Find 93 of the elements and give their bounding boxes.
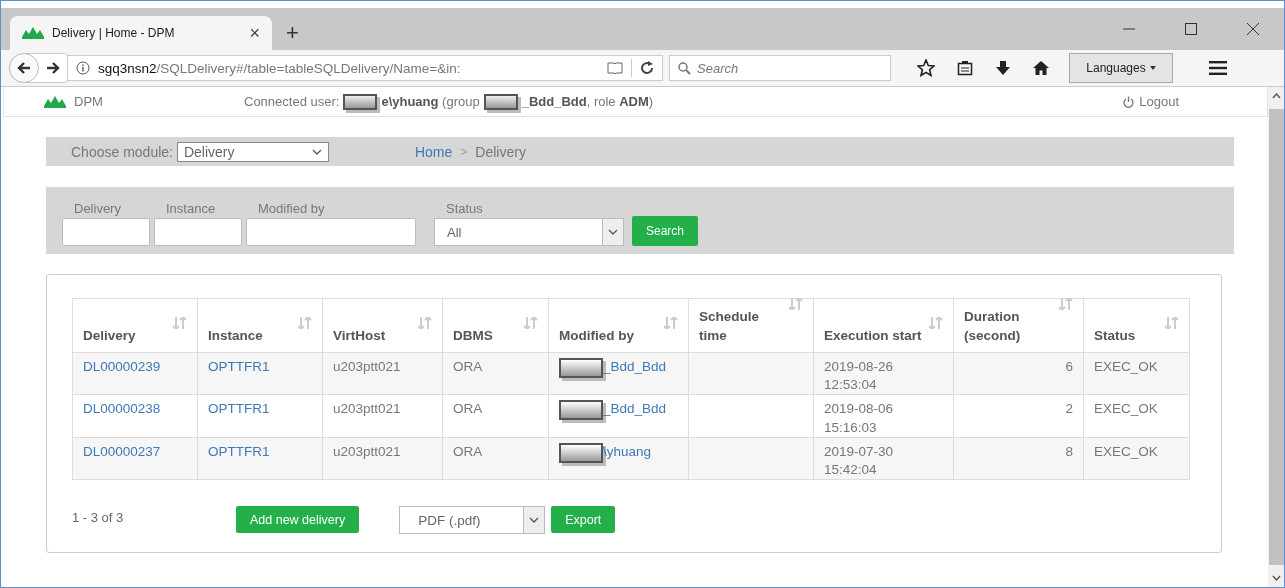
scrollbar-thumb[interactable] (1268, 109, 1284, 565)
sort-icon (1059, 298, 1073, 311)
download-icon[interactable] (995, 60, 1011, 76)
column-header[interactable]: Modified by (548, 298, 689, 353)
reader-icon[interactable] (607, 62, 623, 74)
sort-icon (929, 317, 943, 330)
caret-icon (608, 229, 618, 235)
sort-icon (1165, 317, 1179, 330)
scroll-down-icon[interactable] (1271, 575, 1281, 581)
sort-icon (298, 317, 312, 330)
sort-icon (524, 317, 538, 330)
clipboard-icon[interactable] (957, 60, 973, 76)
caret-icon (311, 148, 322, 155)
column-header[interactable]: Duration (second) (953, 298, 1084, 353)
breadcrumb-current: Delivery (475, 143, 526, 160)
instance-link[interactable]: OPTTFR1 (208, 401, 270, 417)
column-header[interactable]: Instance (197, 298, 323, 353)
column-header[interactable]: Execution start (813, 298, 954, 353)
close-icon[interactable] (1246, 22, 1260, 36)
browser-tab[interactable]: Delivery | Home - DPM × (10, 16, 272, 50)
group-role-text: _Bdd_Bdd, role ADM) (521, 94, 654, 109)
table-cell: 2019-08-06 15:16:03 (813, 394, 954, 438)
table-cell: ORA (442, 437, 549, 480)
info-icon (76, 61, 90, 75)
table-cell: ORA (442, 352, 549, 395)
status-select[interactable]: All (434, 218, 624, 246)
redaction-box (483, 93, 518, 110)
column-header[interactable]: DBMS (442, 298, 549, 353)
languages-button[interactable]: Languages (1069, 53, 1173, 83)
column-header[interactable]: VirtHost (322, 298, 443, 353)
pagination-text: 1 - 3 of 3 (72, 510, 125, 526)
user-link[interactable]: _Bdd_Bdd (603, 400, 667, 419)
input-field[interactable] (246, 218, 416, 246)
table-cell: u203ptt021 (322, 394, 443, 438)
logout-link[interactable]: Logout (1123, 94, 1179, 109)
table-cell: EXEC_OK (1083, 394, 1190, 438)
table-cell: u203ptt021 (322, 437, 443, 480)
redaction-box (559, 442, 603, 463)
search-icon (678, 61, 691, 75)
search-field[interactable]: Search (669, 55, 891, 81)
column-header[interactable]: Delivery (72, 298, 198, 353)
field-label: Status (445, 201, 484, 216)
table-cell: 2019-08-26 12:53:04 (813, 352, 954, 395)
instance-link[interactable]: OPTTFR1 (208, 359, 270, 374)
new-tab-button[interactable]: + (286, 22, 299, 44)
power-icon (1123, 95, 1135, 108)
user-name: e\yhuang (group (381, 94, 480, 109)
module-select[interactable]: Delivery (176, 141, 329, 162)
caret-icon (529, 517, 540, 524)
user-link[interactable]: \yhuang (603, 442, 652, 462)
table-cell: 8 (953, 437, 1084, 480)
star-icon[interactable] (917, 59, 935, 77)
menu-icon[interactable] (1209, 61, 1227, 75)
redaction-box (559, 400, 603, 421)
table-cell: EXEC_OK (1083, 352, 1190, 395)
breadcrumb-separator: > (460, 144, 468, 159)
column-header[interactable]: Schedule time (688, 298, 814, 353)
instance-link[interactable]: OPTTFR1 (208, 443, 270, 459)
field-label: Instance (165, 201, 217, 216)
table-cell: 6 (953, 352, 1084, 395)
sort-icon (173, 317, 187, 330)
tab-close-button[interactable]: × (249, 24, 260, 42)
field-label: Modified by (257, 201, 326, 216)
input-field[interactable] (62, 218, 150, 246)
app-name: DPM (74, 94, 103, 109)
back-button[interactable] (9, 53, 39, 83)
table-cell: u203ptt021 (322, 352, 443, 395)
back-arrow-icon (17, 62, 31, 74)
caret-icon (1149, 66, 1156, 70)
breadcrumb-link[interactable]: Home (414, 143, 453, 160)
table-cell: 2 (953, 394, 1084, 438)
table-cell: ORA (442, 394, 549, 438)
home-icon[interactable] (1033, 60, 1049, 76)
address-bar[interactable]: sgq3nsn2/SQLDelivery#/table=tableSQLDelivery/Name=&in: (67, 55, 663, 81)
logo-icon (22, 27, 44, 39)
logo-icon (44, 95, 66, 108)
table-cell: 2019-07-30 15:42:04 (813, 437, 954, 480)
sort-icon (418, 317, 432, 330)
input-field[interactable] (154, 218, 242, 246)
sort-icon (664, 317, 678, 330)
format-select[interactable]: PDF (.pdf) (399, 506, 546, 535)
field-label: Delivery (73, 201, 122, 216)
maximize-icon[interactable] (1184, 22, 1198, 36)
redaction-box (343, 93, 378, 110)
module-label: Choose module: (71, 143, 173, 160)
table-cell: EXEC_OK (1083, 437, 1190, 480)
scroll-up-icon[interactable] (1271, 93, 1281, 99)
forward-icon[interactable] (46, 62, 60, 74)
sort-icon (789, 298, 803, 311)
reload-icon[interactable] (640, 61, 654, 75)
column-header[interactable]: Status (1083, 298, 1190, 353)
redaction-box (559, 358, 603, 378)
user-label: Connected user: (244, 94, 340, 109)
